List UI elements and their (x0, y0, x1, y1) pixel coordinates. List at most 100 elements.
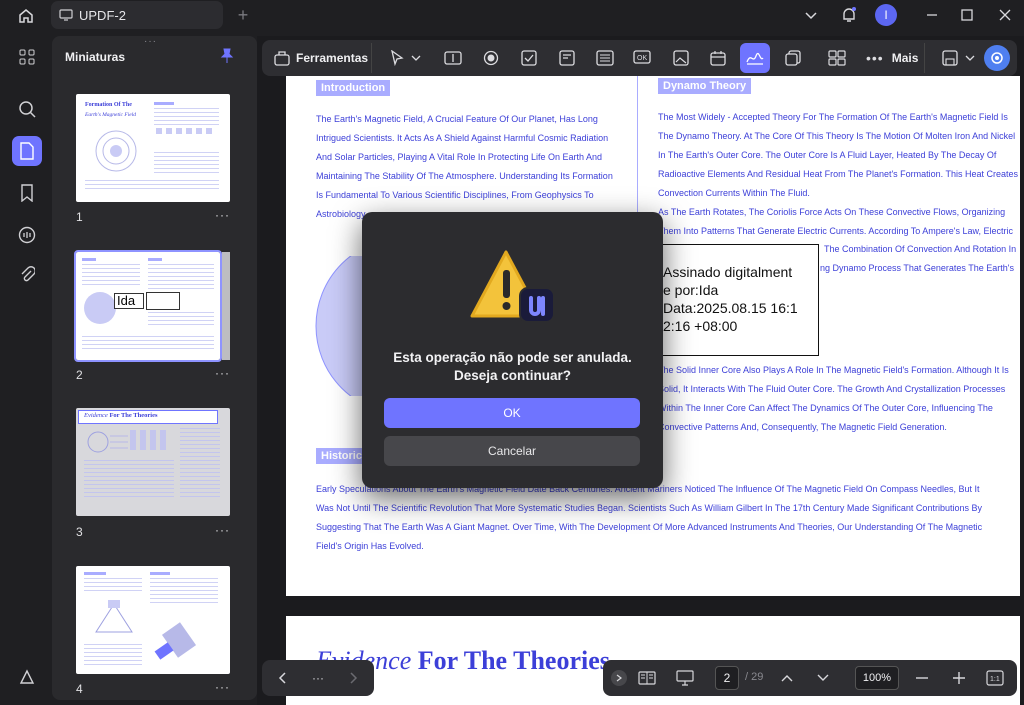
current-page-input[interactable]: 2 (715, 666, 739, 690)
page-thumbnail-1[interactable]: Formation Of The Earth's Magnetic Field (76, 94, 230, 202)
collapse-icon[interactable] (611, 670, 627, 686)
nav-more-button[interactable]: ··· (306, 666, 330, 690)
dialog-message: Esta operação não pode ser anulada. Dese… (393, 350, 632, 383)
home-icon[interactable] (12, 4, 40, 28)
notification-bell-icon[interactable] (838, 4, 860, 26)
thumb-more-button[interactable]: ··· (215, 366, 230, 380)
dropdown-field-icon[interactable] (552, 43, 582, 73)
search-icon[interactable] (12, 94, 42, 124)
minimize-icon[interactable] (921, 4, 943, 26)
attachment-icon[interactable] (12, 260, 42, 290)
toolbox-icon (274, 51, 290, 66)
page-thumbnail-3[interactable]: Evidence For The Theories (76, 408, 230, 516)
chevron-down-icon[interactable] (811, 666, 835, 690)
main-toolbar: Ferramentas OK ••• Mais (262, 40, 1017, 76)
thumb-more-button[interactable]: ··· (215, 680, 230, 694)
thumbnails-icon[interactable] (12, 136, 42, 166)
thumb-page-number: 4 (76, 682, 83, 696)
more-dots-icon: ••• (866, 50, 884, 66)
more-menu-button[interactable]: ••• Mais (866, 43, 926, 73)
signature-line: e por:Ida (663, 282, 719, 298)
inner-core-paragraph: The Solid Inner Core Also Plays A Role I… (658, 365, 1009, 432)
image-field-icon[interactable] (666, 43, 696, 73)
signature-line: 2:16 +08:00 (663, 318, 738, 334)
signature-line: Data:2025.08.15 16:1 (663, 300, 798, 316)
left-rail (0, 36, 52, 705)
digital-signature-box[interactable]: Assinado digitalment e por:Ida Data:2025… (658, 244, 819, 356)
intro-paragraph: The Earth's Magnetic Field, A Crucial Fe… (316, 114, 613, 219)
thumb-signature-label: Ida (114, 293, 144, 309)
chevron-right-icon[interactable] (342, 666, 366, 690)
close-icon[interactable] (994, 4, 1016, 26)
app-window: UPDF-2 + I ··· Miniaturas Formation Of T… (0, 0, 1024, 705)
tab-title: UPDF-2 (79, 7, 126, 23)
tools-label: Ferramentas (296, 51, 369, 65)
dynamo-line: The Combination Of Convection And Rotati… (824, 244, 1017, 254)
signature-line: Assinado digitalment (663, 264, 793, 280)
panel-title: Miniaturas (65, 50, 126, 64)
presentation-icon[interactable] (673, 666, 697, 690)
more-label: Mais (891, 51, 919, 65)
checkbox-icon[interactable] (514, 43, 544, 73)
pin-icon[interactable] (220, 48, 234, 69)
text-box-icon[interactable] (438, 43, 468, 73)
radio-button-icon[interactable] (476, 43, 506, 73)
grid-layout-icon[interactable] (822, 43, 852, 73)
page-thumbnail-2[interactable]: Ida (74, 250, 222, 362)
save-icon[interactable] (935, 43, 965, 73)
svg-text:OK: OK (637, 55, 647, 62)
thumb-heading-italic: Evidence (84, 412, 108, 419)
total-pages: / 29 (745, 671, 764, 683)
thumbnails-panel: ··· Miniaturas Formation Of The Earth's … (52, 36, 257, 700)
zoom-in-icon[interactable] (947, 666, 971, 690)
thumb-more-button[interactable]: ··· (215, 208, 230, 222)
page-layout-icon[interactable] (635, 666, 659, 690)
thumb-more-button[interactable]: ··· (215, 523, 230, 537)
thumb-heading: Formation Of The (85, 102, 132, 108)
zoom-level-input[interactable]: 100% (855, 666, 899, 690)
new-tab-icon[interactable]: + (232, 4, 254, 26)
cancel-button[interactable]: Cancelar (384, 436, 640, 466)
maximize-icon[interactable] (956, 4, 978, 26)
section-heading: Dynamo Theory (658, 78, 752, 94)
section-heading: Historic (316, 448, 367, 464)
apps-grid-icon[interactable] (12, 42, 42, 72)
zoom-out-icon[interactable] (910, 666, 934, 690)
bookmark-icon[interactable] (12, 178, 42, 208)
view-control-bar: 2 / 29 100% 1:1 (603, 660, 1017, 696)
user-avatar[interactable]: I (875, 4, 897, 26)
layers-icon[interactable] (12, 662, 42, 692)
svg-text:1:1: 1:1 (990, 676, 1000, 683)
thumb-page-number: 2 (76, 368, 83, 382)
date-field-icon[interactable] (703, 43, 733, 73)
chevron-up-icon[interactable] (775, 666, 799, 690)
chevron-left-icon[interactable] (270, 666, 294, 690)
chevron-down-icon[interactable] (406, 43, 426, 73)
comment-icon[interactable] (12, 220, 42, 250)
page-thumbnail-4[interactable] (76, 566, 230, 674)
monitor-icon (59, 9, 73, 21)
historic-paragraph: Early Speculations About The Earth's Mag… (316, 484, 983, 551)
title-bar: UPDF-2 + I (0, 0, 1024, 32)
list-box-icon[interactable] (590, 43, 620, 73)
page-nav-bar: ··· (262, 660, 374, 696)
actual-size-icon[interactable]: 1:1 (985, 668, 1005, 688)
ok-button-field-icon[interactable]: OK (628, 43, 658, 73)
thumb-page-number: 1 (76, 210, 83, 224)
signature-field-icon[interactable] (740, 43, 770, 73)
document-tab[interactable]: UPDF-2 (51, 1, 223, 29)
warning-icon (470, 250, 555, 323)
confirm-dialog: Esta operação não pode ser anulada. Dese… (362, 212, 663, 488)
thumb-page-number: 3 (76, 525, 83, 539)
chevron-down-icon[interactable] (800, 5, 822, 27)
duplicate-icon[interactable] (778, 43, 808, 73)
tools-button[interactable]: Ferramentas (266, 43, 372, 73)
ai-assistant-icon[interactable] (984, 45, 1010, 71)
chevron-down-icon[interactable] (962, 43, 978, 73)
ok-button[interactable]: OK (384, 398, 640, 428)
thumb-heading-rest: For The Theories (109, 412, 158, 419)
dynamo-paragraph: The Most Widely - Accepted Theory For Th… (658, 112, 1019, 236)
thumb-subheading: Earth's Magnetic Field (85, 112, 136, 118)
section-heading: Introduction (316, 80, 391, 96)
panel-drag-handle[interactable]: ··· (144, 36, 157, 47)
